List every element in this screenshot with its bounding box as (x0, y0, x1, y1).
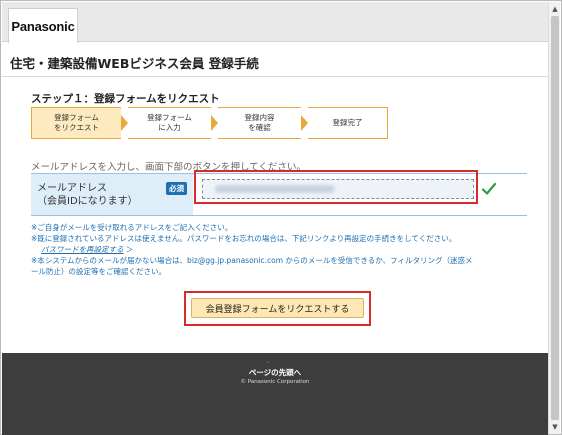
page-top-link[interactable]: ページの先頭へ (1, 367, 549, 378)
email-label-text: メールアドレス (37, 183, 107, 194)
step-2-enter-form: 登録フォーム に入力 (128, 107, 211, 139)
step-1-request-form: 登録フォーム をリクエスト (31, 107, 121, 139)
note-registered-address: ※既に登録されているアドレスは使えません。パスワードをお忘れの場合は、下記リンク… (31, 233, 457, 243)
note-mail-filter: ※本システムからのメールが届かない場合は、biz@gg.jp.panasonic… (31, 255, 473, 265)
scroll-up-arrow-icon[interactable]: ▲ (550, 4, 560, 14)
step-3-confirm: 登録内容 を確認 (218, 107, 301, 139)
email-form-row: メールアドレス （会員IDになります） 必須 (31, 170, 527, 216)
request-registration-form-button[interactable]: 会員登録フォームをリクエストする (191, 298, 364, 318)
chevron-right-icon: ＞ (125, 244, 134, 254)
step-2-label-line2: に入力 (158, 123, 181, 132)
site-footer (2, 353, 548, 435)
note-mail-filter-cont: ール防止）の設定等をご確認ください。 (31, 266, 166, 276)
copyright: © Panasonic Corporation (240, 379, 310, 385)
step-1-label-line2: をリクエスト (54, 123, 99, 132)
email-label-cell: メールアドレス （会員IDになります） 必須 (31, 174, 193, 215)
step-arrow-icon (301, 115, 308, 131)
title-divider (2, 76, 548, 77)
scroll-down-arrow-icon[interactable]: ▼ (550, 422, 560, 432)
step-3-label-line2: を確認 (248, 123, 271, 132)
step-heading: ステップ１：登録フォームをリクエスト (31, 93, 220, 105)
page-title: 住宅・建築設備WEBビジネス会員 登録手続 (10, 56, 259, 71)
site-header: Panasonic (2, 2, 548, 43)
note-receivable-address: ※ご自身がメールを受け取れるアドレスをご記入ください。 (31, 223, 233, 232)
password-reset-row: パスワードを再設定する ＞ (31, 245, 511, 256)
panasonic-logo: Panasonic (11, 18, 75, 34)
email-label-note: （会員IDになります） (37, 196, 138, 207)
step-1-label-line1: 登録フォーム (54, 112, 99, 122)
step-arrow-icon (121, 115, 128, 131)
notes-block: ※ご自身がメールを受け取れるアドレスをご記入ください。 ※既に登録されているアド… (31, 223, 511, 277)
browser-window: Panasonic ▲ ▼ 住宅・建築設備WEBビジネス会員 登録手続 ステップ… (0, 0, 562, 435)
scroll-thumb[interactable] (551, 16, 559, 420)
step-indicator: 登録フォーム をリクエスト 登録フォーム に入力 登録内容 を確認 登録完了 (31, 107, 391, 139)
step-arrow-icon (211, 115, 218, 131)
step-2-label-line1: 登録フォーム (147, 112, 192, 122)
valid-check-icon (481, 182, 497, 195)
step-4-complete: 登録完了 (308, 107, 388, 139)
step-4-label: 登録完了 (332, 117, 363, 127)
required-badge: 必須 (166, 182, 187, 195)
email-label: メールアドレス （会員IDになります） (37, 182, 138, 208)
redacted-email-text (215, 185, 335, 193)
step-3-label-line1: 登録内容 (244, 112, 275, 122)
vertical-scrollbar[interactable]: ▲ ▼ (548, 2, 560, 434)
password-reset-link[interactable]: パスワードを再設定する (41, 245, 124, 254)
logo-tab[interactable]: Panasonic (8, 8, 78, 43)
